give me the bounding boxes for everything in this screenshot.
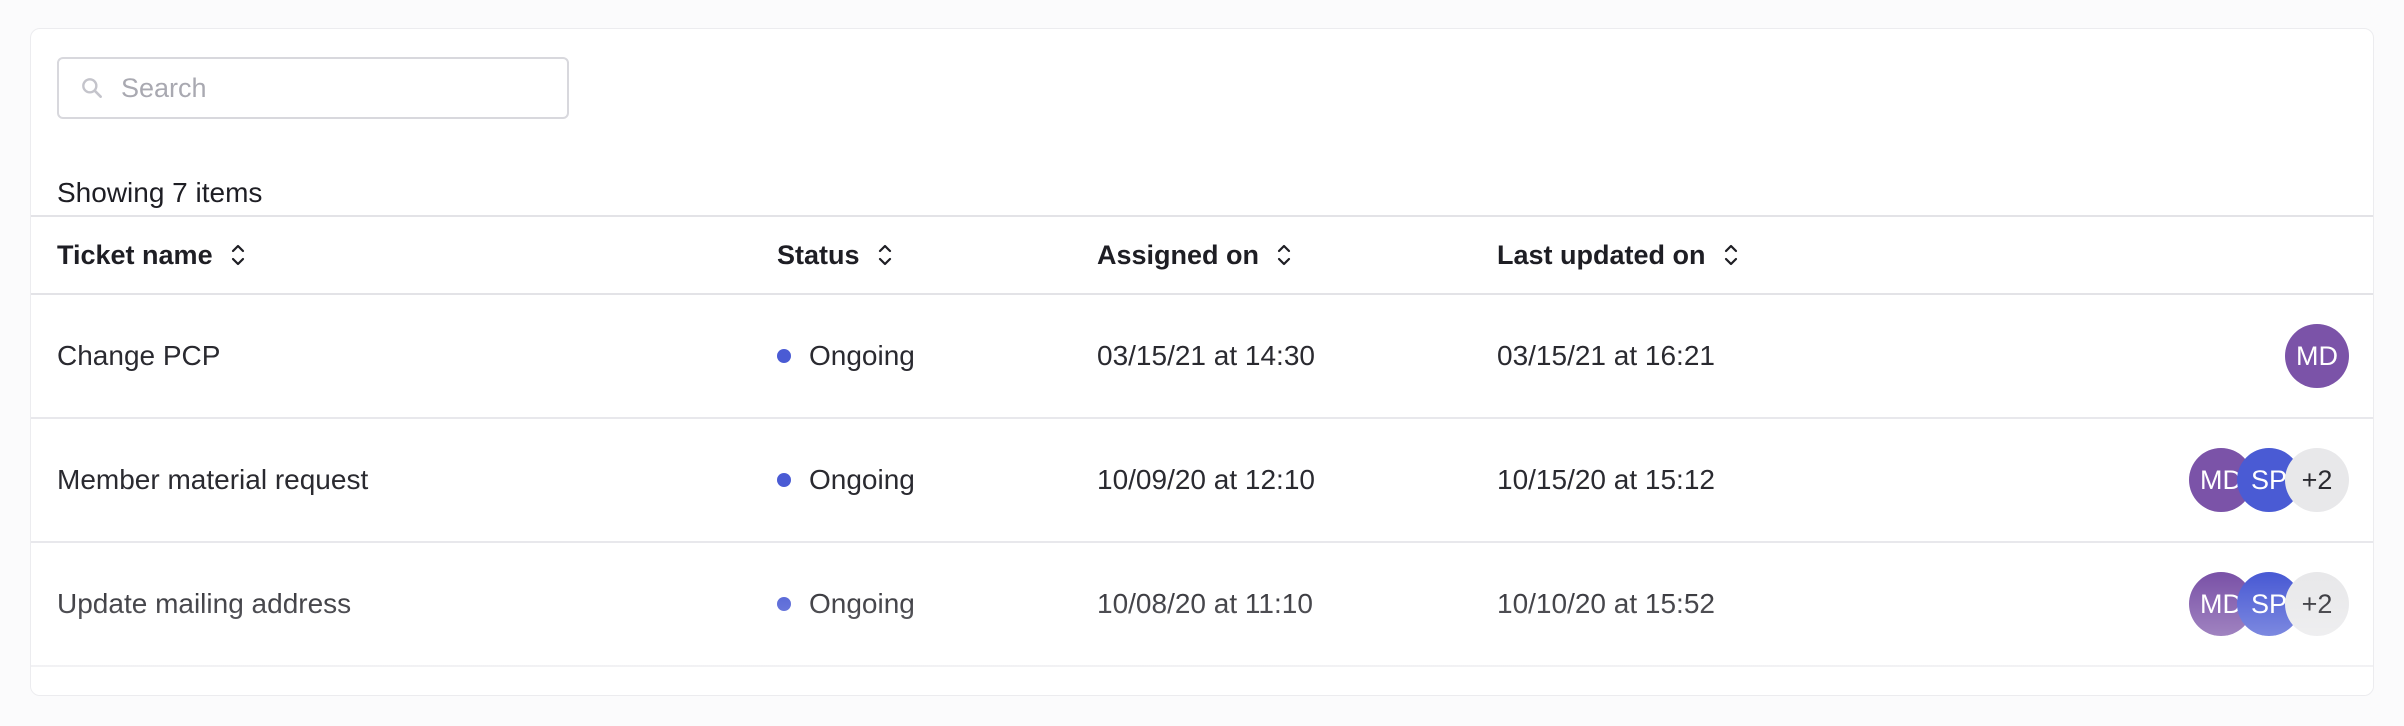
assigned-on: 10/08/20 at 11:10 bbox=[1097, 588, 1313, 619]
sort-icon bbox=[878, 244, 891, 266]
last-updated-on: 03/15/21 at 16:21 bbox=[1497, 340, 1715, 371]
sort-icon bbox=[1277, 244, 1291, 266]
sort-icon bbox=[1724, 244, 1737, 266]
avatar-overflow-count[interactable]: +2 bbox=[2285, 572, 2349, 636]
status-cell: Ongoing bbox=[777, 543, 915, 665]
status-cell: Ongoing bbox=[777, 419, 915, 541]
sort-icon bbox=[231, 244, 244, 266]
search-icon bbox=[82, 78, 102, 98]
status-cell: Ongoing bbox=[777, 295, 915, 417]
column-header-ticket-name[interactable]: Ticket name bbox=[57, 217, 245, 293]
search-box[interactable] bbox=[57, 57, 569, 119]
last-updated-on: 10/15/20 at 15:12 bbox=[1497, 464, 1715, 495]
table-row[interactable]: Update mailing address Ongoing 10/08/20 … bbox=[31, 543, 2373, 667]
status-dot bbox=[777, 473, 791, 487]
status-label: Ongoing bbox=[809, 340, 915, 371]
column-header-assigned-on[interactable]: Assigned on bbox=[1097, 217, 1291, 293]
avatar[interactable]: MD bbox=[2285, 324, 2349, 388]
ticket-name[interactable]: Update mailing address bbox=[57, 543, 351, 665]
last-updated-on: 10/10/20 at 15:52 bbox=[1497, 588, 1715, 619]
assignee-avatars[interactable]: MD SP +2 bbox=[2189, 419, 2349, 541]
column-header-label: Status bbox=[777, 239, 860, 270]
assigned-on: 03/15/21 at 14:30 bbox=[1097, 340, 1315, 371]
status-dot bbox=[777, 349, 791, 363]
ticket-name[interactable]: Member material request bbox=[57, 419, 368, 541]
table-row[interactable]: Change PCP Ongoing 03/15/21 at 14:30 03/… bbox=[31, 295, 2373, 419]
column-header-label: Ticket name bbox=[57, 239, 213, 270]
column-header-status[interactable]: Status bbox=[777, 217, 892, 293]
status-label: Ongoing bbox=[809, 588, 915, 619]
column-header-last-updated-on[interactable]: Last updated on bbox=[1497, 217, 1738, 293]
status-dot bbox=[777, 597, 791, 611]
column-header-label: Last updated on bbox=[1497, 239, 1706, 270]
assignee-avatars[interactable]: MD SP +2 bbox=[2189, 543, 2349, 665]
assigned-on: 10/09/20 at 12:10 bbox=[1097, 464, 1315, 495]
table-header: Ticket name Status Assigned on Last upda… bbox=[31, 215, 2373, 295]
tickets-card: Showing 7 items Ticket name Status Assig… bbox=[30, 28, 2374, 696]
item-count: Showing 7 items bbox=[57, 177, 263, 208]
column-header-label: Assigned on bbox=[1097, 239, 1260, 270]
search-input[interactable] bbox=[121, 72, 541, 104]
assignee-avatars[interactable]: MD bbox=[2285, 295, 2349, 417]
table-row[interactable]: Member material request Ongoing 10/09/20… bbox=[31, 419, 2373, 543]
ticket-name[interactable]: Change PCP bbox=[57, 295, 220, 417]
avatar-overflow-count[interactable]: +2 bbox=[2285, 448, 2349, 512]
status-label: Ongoing bbox=[809, 464, 915, 495]
